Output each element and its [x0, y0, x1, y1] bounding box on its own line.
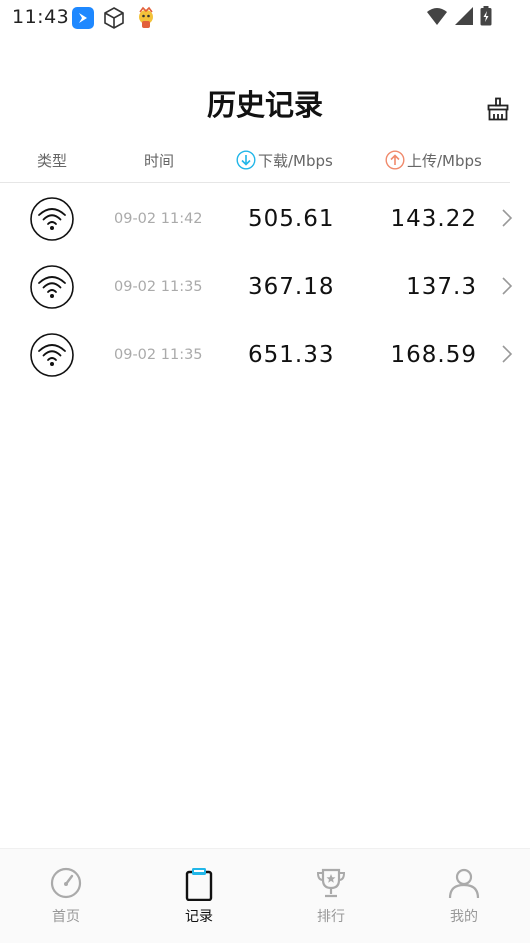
- record-row[interactable]: 09-02 11:42 505.61 143.22: [0, 185, 530, 253]
- tab-home[interactable]: 首页: [26, 849, 106, 943]
- record-time: 09-02 11:42: [114, 211, 203, 227]
- status-time: 11:43: [12, 6, 70, 28]
- column-header-type: 类型: [37, 151, 68, 170]
- tab-home-label: 首页: [52, 909, 80, 925]
- record-download-speed: 505.61: [248, 206, 335, 232]
- upload-arrow-icon: [385, 150, 405, 170]
- user-icon: [448, 868, 480, 899]
- speedometer-icon: [50, 867, 82, 899]
- wifi-icon: [30, 333, 74, 377]
- wifi-icon: [30, 265, 74, 309]
- broom-icon[interactable]: [486, 97, 510, 121]
- chevron-right-icon: [502, 345, 513, 363]
- column-header-upload: 上传/Mbps: [385, 146, 482, 174]
- tab-records[interactable]: 记录: [159, 849, 239, 943]
- record-row[interactable]: 09-02 11:35 651.33 168.59: [0, 321, 530, 389]
- status-system-icons: [426, 6, 492, 26]
- battery-icon: [480, 6, 492, 26]
- cellular-signal-icon: [455, 7, 473, 25]
- column-header-download: 下载/Mbps: [236, 146, 333, 174]
- record-time: 09-02 11:35: [114, 279, 203, 295]
- record-download-speed: 651.33: [248, 342, 335, 368]
- app-badge-icon: [72, 7, 94, 29]
- record-upload-speed: 168.59: [390, 342, 477, 368]
- bottom-tab-bar: 首页 记录 排行 我的: [0, 848, 530, 943]
- column-header-download-label: 下载/Mbps: [258, 151, 333, 170]
- status-bar: 11:43: [0, 0, 530, 36]
- wifi-icon: [427, 8, 447, 25]
- header-divider: [0, 182, 510, 183]
- mascot-icon: [139, 6, 153, 28]
- tab-profile-label: 我的: [450, 909, 478, 925]
- chevron-right-icon: [502, 277, 513, 295]
- tab-records-label: 记录: [185, 909, 213, 925]
- download-arrow-icon: [236, 150, 256, 170]
- chevron-right-icon: [502, 209, 513, 227]
- cube-icon: [104, 7, 124, 29]
- column-header-time: 时间: [144, 151, 175, 170]
- trophy-icon: [316, 868, 346, 898]
- record-upload-speed: 137.3: [406, 274, 477, 300]
- page-title: 历史记录: [206, 88, 323, 122]
- clipboard-icon: [185, 868, 213, 901]
- wifi-icon: [30, 197, 74, 241]
- record-upload-speed: 143.22: [390, 206, 477, 232]
- status-notification-icons: [72, 6, 158, 30]
- tab-ranking-label: 排行: [317, 909, 345, 925]
- tab-profile[interactable]: 我的: [424, 849, 504, 943]
- column-header-upload-label: 上传/Mbps: [407, 151, 482, 170]
- record-download-speed: 367.18: [248, 274, 335, 300]
- tab-ranking[interactable]: 排行: [291, 849, 371, 943]
- record-time: 09-02 11:35: [114, 347, 203, 363]
- record-row[interactable]: 09-02 11:35 367.18 137.3: [0, 253, 530, 321]
